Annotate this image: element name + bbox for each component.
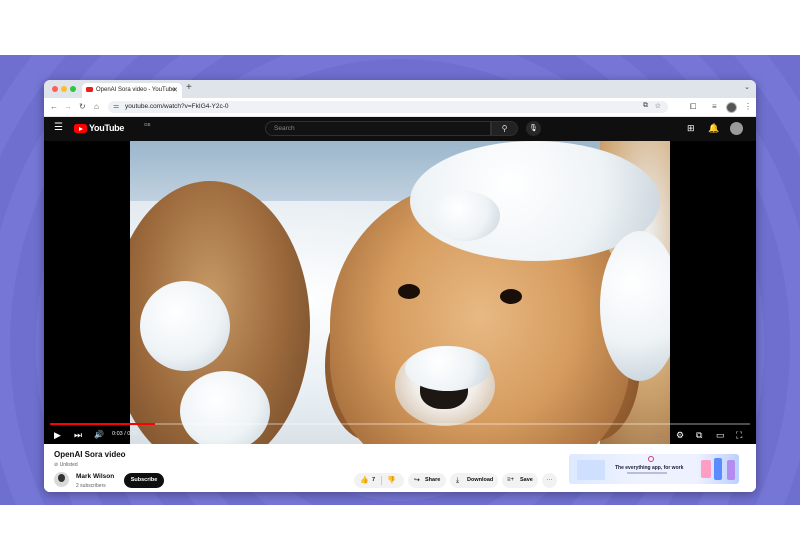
ad-graphic	[727, 460, 735, 480]
menu-icon[interactable]: ☰	[54, 122, 63, 133]
time-display: 0:03 / 0:20	[112, 431, 138, 437]
ad-graphic	[714, 458, 722, 480]
ad-graphic	[577, 460, 605, 480]
more-actions-button[interactable]: ···	[542, 473, 557, 488]
next-video-icon[interactable]: ⏭	[74, 428, 82, 442]
browser-tab-active[interactable]: OpenAI Sora video - YouTube ✕	[82, 83, 182, 98]
channel-avatar[interactable]	[54, 472, 69, 487]
profile-avatar[interactable]	[726, 102, 737, 113]
forward-icon[interactable]: →	[64, 101, 72, 113]
tune-icon[interactable]: ⚌	[113, 102, 119, 110]
youtube-header: ☰ YouTube GB Search ⚲ 🎙 ⊞ 🔔	[44, 117, 756, 141]
save-label: Save	[520, 477, 533, 483]
ad-subline	[627, 472, 667, 474]
voice-search-button[interactable]: 🎙	[526, 121, 541, 136]
fullscreen-icon[interactable]: ⛶	[736, 428, 742, 442]
video-player[interactable]: ▶ ⏭ 🔊 0:03 / 0:20 ▭ ⚙ ⧉ ▭ ⛶	[44, 141, 756, 444]
subscribe-button[interactable]: Subscribe	[124, 473, 164, 488]
mic-icon: 🎙	[529, 125, 538, 132]
account-avatar[interactable]	[730, 122, 743, 135]
subscriber-count: 2 subscribers	[76, 483, 106, 489]
minimize-window-button[interactable]	[61, 86, 67, 92]
download-label: Download	[467, 477, 494, 483]
volume-icon[interactable]: 🔊	[94, 428, 104, 442]
bookmark-star-icon[interactable]: ☆	[655, 102, 661, 110]
back-icon[interactable]: ←	[50, 101, 58, 113]
search-icon: ⚲	[501, 124, 508, 133]
snow-clump	[600, 231, 670, 381]
notifications-bell-icon[interactable]: 🔔	[708, 123, 719, 134]
kebab-menu-icon[interactable]: ⋮	[744, 101, 752, 113]
youtube-play-icon	[74, 124, 87, 133]
search-placeholder: Search	[274, 125, 295, 132]
ad-graphic	[701, 460, 711, 478]
search-button[interactable]: ⚲	[491, 121, 518, 136]
share-label: Share	[425, 477, 441, 483]
visibility-badge: ⊘ Unlisted	[54, 462, 78, 468]
home-icon[interactable]: ⌂	[94, 101, 99, 113]
download-icon: ⤓	[456, 477, 460, 484]
snow-clump	[140, 281, 230, 371]
address-bar[interactable]: ⚌ youtube.com/watch?v=FkIG4-Y2c-0 ⧉ ☆	[108, 101, 668, 113]
download-button[interactable]: ⤓ Download	[450, 473, 498, 488]
tab-close-icon[interactable]: ✕	[172, 86, 178, 94]
youtube-favicon-icon	[86, 87, 93, 92]
tab-strip: OpenAI Sora video - YouTube ✕ + ⌄	[44, 80, 756, 98]
extensions-icon[interactable]: ⧠	[690, 101, 696, 113]
snow-on-muzzle	[405, 346, 490, 391]
save-button[interactable]: ≡+ Save	[502, 473, 538, 488]
browser-window: OpenAI Sora video - YouTube ✕ + ⌄ ← → ↻ …	[44, 80, 756, 492]
video-frame[interactable]	[130, 141, 670, 444]
install-icon[interactable]: ⧉	[643, 102, 648, 110]
youtube-logo-text: YouTube	[89, 123, 125, 133]
like-count[interactable]: 7	[372, 473, 375, 488]
save-to-playlist-icon: ≡+	[507, 477, 515, 483]
close-window-button[interactable]	[52, 86, 58, 92]
tab-title: OpenAI Sora video - YouTube	[96, 87, 176, 93]
settings-gear-icon[interactable]: ⚙	[676, 428, 684, 442]
channel-name[interactable]: Mark Wilson	[76, 473, 114, 480]
puppy-right-eye	[500, 289, 522, 304]
video-title: OpenAI Sora video	[54, 450, 126, 459]
like-icon[interactable]: 👍	[360, 473, 369, 488]
new-tab-button[interactable]: +	[186, 82, 192, 93]
dislike-icon[interactable]: 👎	[387, 473, 396, 488]
tab-search-chevron-icon[interactable]: ⌄	[744, 83, 750, 91]
visibility-text: Unlisted	[59, 462, 78, 468]
search-input[interactable]: Search	[265, 121, 491, 136]
video-details: OpenAI Sora video ⊘ Unlisted Mark Wilson…	[44, 444, 756, 492]
more-icon: ···	[546, 477, 553, 483]
maximize-window-button[interactable]	[70, 86, 76, 92]
puppy-left-eye	[398, 284, 420, 299]
progress-bar[interactable]	[50, 423, 750, 425]
browser-toolbar: ← → ↻ ⌂ ⚌ youtube.com/watch?v=FkIG4-Y2c-…	[44, 98, 756, 117]
create-icon[interactable]: ⊞	[687, 123, 695, 134]
like-dislike-group: 👍 7 👎	[354, 473, 404, 488]
ad-brand-logo-icon	[648, 456, 654, 462]
share-icon: ↪	[414, 477, 420, 484]
theater-mode-icon[interactable]: ▭	[716, 428, 725, 442]
play-icon[interactable]: ▶	[54, 428, 61, 442]
media-controls-icon[interactable]: ≡	[712, 101, 717, 113]
subtitles-icon[interactable]: ▭	[655, 428, 663, 442]
divider	[381, 476, 382, 485]
snow-clump	[430, 191, 500, 241]
miniplayer-icon[interactable]: ⧉	[696, 428, 702, 442]
sponsored-ad-banner[interactable]: The everything app, for work	[569, 454, 739, 484]
reload-icon[interactable]: ↻	[79, 101, 86, 113]
country-code: GB	[144, 122, 151, 127]
progress-fill	[50, 423, 155, 425]
share-button[interactable]: ↪ Share	[408, 473, 446, 488]
ad-headline: The everything app, for work	[615, 465, 684, 471]
player-controls: ▶ ⏭ 🔊 0:03 / 0:20 ▭ ⚙ ⧉ ▭ ⛶	[44, 427, 756, 444]
url-text[interactable]: youtube.com/watch?v=FkIG4-Y2c-0	[125, 103, 229, 110]
